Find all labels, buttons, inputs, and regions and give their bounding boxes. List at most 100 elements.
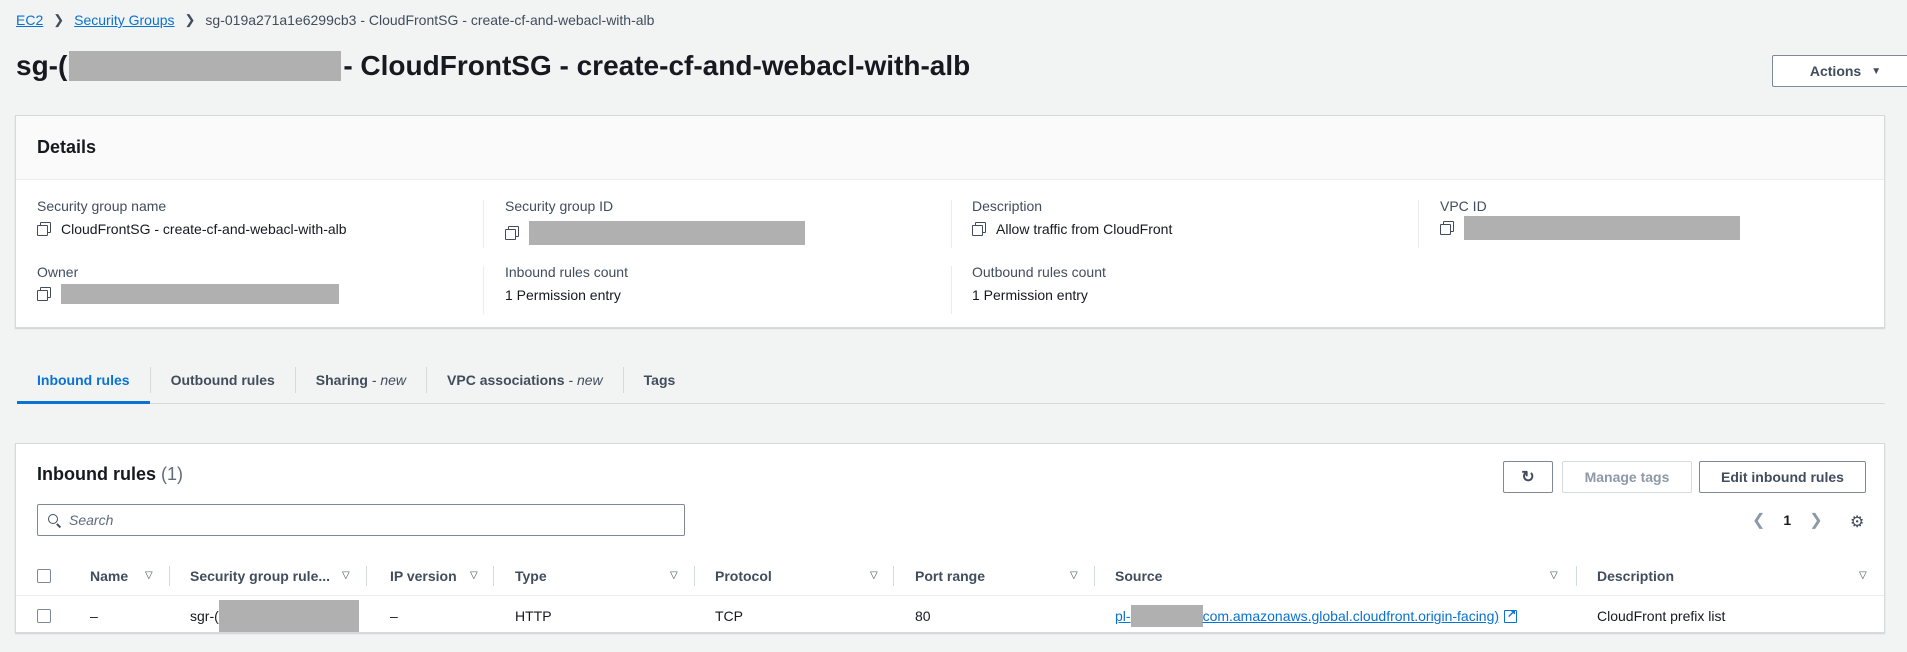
tab-inbound-rules[interactable]: Inbound rules [17, 356, 150, 404]
col-name[interactable]: Name [90, 556, 128, 595]
sort-caret-icon[interactable]: ▽ [670, 570, 678, 581]
col-port-range[interactable]: Port range [915, 556, 985, 595]
page-title-prefix: sg-( [16, 50, 68, 81]
external-link-icon[interactable] [1504, 607, 1518, 623]
column-resizer[interactable] [1576, 566, 1577, 586]
col-description[interactable]: Description [1597, 556, 1674, 595]
redacted-block [69, 51, 342, 81]
caret-down-icon: ▼ [1871, 65, 1882, 77]
sort-caret-icon[interactable]: ▽ [1859, 570, 1867, 581]
select-all-checkbox[interactable] [37, 568, 51, 583]
owner-field: Owner [37, 264, 339, 304]
tab-label: Sharing [315, 371, 368, 388]
col-source[interactable]: Source [1115, 556, 1162, 595]
redacted-block [1130, 605, 1203, 627]
redacted-block [218, 600, 359, 632]
chevron-right-icon[interactable]: ❯ [1809, 510, 1822, 530]
tab-vpc-associations[interactable]: VPC associations - new [427, 356, 623, 403]
manage-tags-button[interactable]: Manage tags [1562, 461, 1692, 493]
sort-caret-icon[interactable]: ▽ [470, 570, 478, 581]
select-all-cell [37, 556, 51, 595]
rules-count: (1) [161, 464, 184, 484]
column-divider [951, 200, 952, 248]
page-number[interactable]: 1 [1783, 512, 1791, 528]
col-name-label: Name [90, 567, 129, 584]
cell-name: – [90, 608, 98, 624]
manage-tags-label: Manage tags [1584, 469, 1670, 485]
vpc-id-field: VPC ID [1440, 198, 1740, 240]
col-sg-rule[interactable]: Security group rule... [190, 556, 330, 595]
description-field: Description Allow traffic from CloudFron… [972, 198, 1172, 237]
sg-rule-prefix: sgr-( [190, 608, 219, 624]
source-prefix: pl- [1115, 608, 1131, 624]
column-divider [483, 200, 484, 248]
column-resizer[interactable] [893, 566, 894, 586]
col-source-label: Source [1115, 567, 1163, 584]
redacted-block [61, 284, 339, 304]
inbound-count-label: Inbound rules count [505, 264, 628, 280]
sort-caret-icon[interactable]: ▽ [145, 570, 153, 581]
copy-icon[interactable] [37, 287, 51, 301]
description-value: Allow traffic from CloudFront [996, 221, 1173, 237]
col-protocol-label: Protocol [715, 567, 772, 584]
row-select-cell [37, 596, 51, 636]
refresh-button[interactable]: ↻ [1503, 461, 1553, 493]
vpc-id-label: VPC ID [1440, 198, 1487, 214]
rules-title-text: Inbound rules [37, 464, 156, 484]
col-sg-rule-label: Security group rule... [190, 567, 331, 584]
breadcrumb-security-groups-link[interactable]: Security Groups [74, 12, 174, 28]
breadcrumb-ec2-link[interactable]: EC2 [16, 12, 43, 28]
tab-new-badge: - new [568, 371, 603, 388]
search-input[interactable]: Search [37, 504, 685, 536]
tab-tags[interactable]: Tags [624, 356, 696, 403]
actions-button[interactable]: Actions ▼ [1772, 55, 1907, 87]
copy-icon[interactable] [972, 222, 986, 236]
col-type[interactable]: Type [515, 556, 547, 595]
tab-label: Inbound rules [37, 371, 130, 388]
sort-caret-icon[interactable]: ▽ [342, 570, 350, 581]
outbound-count-field: Outbound rules count 1 Permission entry [972, 264, 1106, 303]
outbound-count-label: Outbound rules count [972, 264, 1106, 280]
col-ip-version-label: IP version [390, 567, 457, 584]
breadcrumb: EC2 ❯ Security Groups ❯ sg-019a271a1e629… [16, 12, 654, 28]
inbound-rules-panel: Inbound rules (1) ↻ Manage tags Edit inb… [15, 443, 1885, 633]
sort-caret-icon[interactable]: ▽ [870, 570, 878, 581]
column-resizer[interactable] [1094, 566, 1095, 586]
tab-outbound-rules[interactable]: Outbound rules [151, 356, 295, 403]
search-icon [48, 513, 61, 527]
sort-caret-icon[interactable]: ▽ [1550, 570, 1558, 581]
tab-sharing[interactable]: Sharing - new [296, 356, 426, 403]
col-ip-version[interactable]: IP version [390, 556, 457, 595]
table-header: Name ▽ Security group rule... ▽ IP versi… [16, 556, 1884, 596]
edit-inbound-rules-button[interactable]: Edit inbound rules [1699, 461, 1866, 493]
description-label: Description [972, 198, 1043, 214]
column-resizer[interactable] [366, 566, 367, 586]
col-description-label: Description [1597, 567, 1675, 584]
source-link[interactable]: pl- com.amazonaws.global.cloudfront.orig… [1115, 605, 1499, 627]
sg-name-value: CloudFrontSG - create-cf-and-webacl-with… [61, 221, 347, 237]
refresh-icon: ↻ [1521, 469, 1535, 486]
cell-sg-rule: sgr-( [190, 596, 359, 636]
copy-icon[interactable] [505, 226, 519, 240]
column-resizer[interactable] [169, 566, 170, 586]
breadcrumb-current: sg-019a271a1e6299cb3 - CloudFrontSG - cr… [205, 12, 655, 28]
sort-caret-icon[interactable]: ▽ [1070, 570, 1078, 581]
cell-type: HTTP [515, 608, 552, 624]
column-resizer[interactable] [694, 566, 695, 586]
column-divider [1418, 200, 1419, 248]
col-protocol[interactable]: Protocol [715, 556, 772, 595]
copy-icon[interactable] [37, 222, 51, 236]
table-row: – sgr-( – HTTP TCP 80 pl- com.amazonaws.… [16, 596, 1884, 636]
cell-source: pl- com.amazonaws.global.cloudfront.orig… [1115, 596, 1518, 636]
sg-id-field: Security group ID [505, 198, 805, 245]
col-type-label: Type [515, 567, 547, 584]
gear-icon[interactable]: ⚙ [1850, 512, 1864, 532]
chevron-left-icon[interactable]: ❮ [1752, 510, 1765, 530]
details-header: Details [16, 116, 1884, 180]
search-placeholder: Search [69, 512, 114, 528]
column-resizer[interactable] [493, 566, 494, 586]
redacted-block [529, 221, 805, 245]
copy-icon[interactable] [1440, 221, 1454, 235]
page-title-suffix: - CloudFrontSG - create-cf-and-webacl-wi… [343, 50, 971, 81]
row-checkbox[interactable] [37, 609, 51, 623]
